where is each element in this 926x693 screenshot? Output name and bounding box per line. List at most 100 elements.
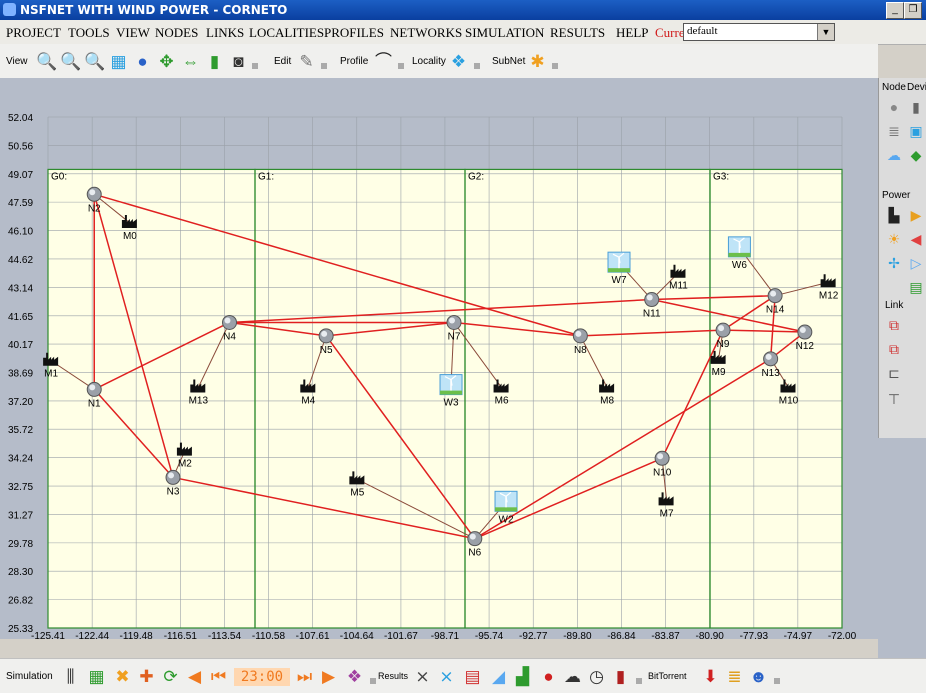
router-node-label: N2 — [88, 203, 101, 214]
device-green-icon[interactable]: ◆ — [907, 146, 925, 164]
profile-curve-icon[interactable]: ⌒ — [373, 51, 394, 72]
menu-simulation[interactable]: SIMULATION — [465, 25, 544, 41]
chart-area-icon[interactable]: ◢ — [488, 666, 509, 687]
factory-icon[interactable]: ▙ — [885, 206, 903, 224]
gauge-icon[interactable]: ◀ — [907, 230, 925, 248]
network-stats-icon[interactable]: ⨯ — [436, 666, 457, 687]
chevron-down-icon[interactable]: ▼ — [817, 24, 834, 40]
document-icon[interactable]: ▤ — [462, 666, 483, 687]
mixer-icon[interactable]: ⫼ — [60, 666, 81, 687]
right-gray-area — [878, 438, 926, 658]
puzzle-icon[interactable]: ✚ — [136, 666, 157, 687]
subnet-icon[interactable]: ✱ — [527, 51, 548, 72]
router-node-highlight — [765, 353, 772, 360]
device-tab[interactable]: Devi — [907, 82, 926, 93]
wind-farm-label: W2 — [499, 514, 514, 525]
power-plant-label: M10 — [779, 396, 799, 407]
menu-profiles[interactable]: PROFILES — [324, 25, 384, 41]
eraser-icon[interactable]: ✎ — [296, 51, 317, 72]
table-icon[interactable]: ▦ — [86, 666, 107, 687]
menu-localities[interactable]: LOCALITIES — [249, 25, 324, 41]
menu-links[interactable]: LINKS — [206, 25, 244, 41]
x-tick-label: -72.00 — [828, 631, 857, 639]
database-icon[interactable]: ≣ — [885, 122, 903, 140]
locality-icon[interactable]: ❖ — [448, 51, 469, 72]
edit-label: Edit — [274, 56, 292, 67]
restore-button[interactable]: ❐ — [904, 2, 922, 19]
separator — [774, 678, 780, 684]
router-node-label: N13 — [761, 368, 780, 379]
menu-nodes[interactable]: NODES — [155, 25, 198, 41]
users-icon[interactable]: ☻ — [748, 666, 769, 687]
wind-farm-label: W6 — [732, 260, 747, 271]
menu-results[interactable]: RESULTS — [550, 25, 605, 41]
battery-icon[interactable]: ▤ — [907, 278, 925, 296]
time-display: 23:00 — [234, 668, 290, 686]
rewind-icon[interactable]: ◀ — [184, 666, 205, 687]
globe-icon[interactable]: ● — [132, 51, 153, 72]
x-tick-label: -92.77 — [519, 631, 548, 639]
network-results-icon[interactable]: ⨯ — [412, 666, 433, 687]
y-tick-label: 34.24 — [8, 454, 33, 465]
network-map[interactable]: 52.04 50.56 49.07 47.59 46.10 44.62 43.14 41.65… — [0, 111, 878, 639]
map-top-band — [0, 78, 878, 111]
link-type-3-icon[interactable]: ⊏ — [885, 364, 903, 382]
power-label: Power — [882, 190, 911, 201]
router-node-label: N5 — [320, 345, 333, 356]
menu-project[interactable]: PROJECT — [6, 25, 61, 41]
link-type-2-icon[interactable]: ⧉ — [885, 340, 903, 358]
sun-icon[interactable]: ☀ — [885, 230, 903, 248]
server-icon[interactable]: ▮ — [907, 98, 925, 116]
link-type-1-icon[interactable]: ⧉ — [885, 316, 903, 334]
node-tab[interactable]: Node — [882, 82, 906, 93]
zoom-region-icon[interactable]: 🔍 — [84, 51, 105, 72]
bar-chart-icon[interactable]: ▟ — [512, 666, 533, 687]
power-plant-label: M13 — [189, 396, 209, 407]
menu-networks[interactable]: NETWORKS — [390, 25, 462, 41]
router-node-label: N4 — [223, 331, 236, 342]
stop-icon[interactable]: ● — [538, 666, 559, 687]
book-icon[interactable]: ▮ — [610, 666, 631, 687]
play-icon[interactable]: ▷ — [907, 254, 925, 272]
minimize-button[interactable]: _ — [886, 2, 904, 19]
step-back-icon[interactable]: ⏮ — [208, 666, 229, 687]
router-node-label: N8 — [574, 345, 587, 356]
zoom-in-icon[interactable]: 🔍 — [36, 51, 57, 72]
zoom-out-icon[interactable]: 🔍 — [60, 51, 81, 72]
locality-label: Locality — [412, 56, 446, 67]
current-network-select[interactable]: default ▼ — [683, 23, 835, 41]
y-tick-label: 29.78 — [8, 539, 33, 550]
export-icon[interactable]: ❖ — [344, 666, 365, 687]
x-tick-label: -107.61 — [296, 631, 330, 639]
download-icon[interactable]: ⬇ — [700, 666, 721, 687]
switch-icon[interactable]: ▣ — [907, 122, 925, 140]
menu-tools[interactable]: TOOLS — [68, 25, 110, 41]
toolbar: View 🔍 🔍 🔍 ▦ ● ✥ ⇔ ▮ ◙ Edit ✎ Profile ⌒ … — [0, 44, 878, 79]
tools-icon[interactable]: ✖ — [112, 666, 133, 687]
menu-view[interactable]: VIEW — [116, 25, 150, 41]
menu-help[interactable]: HELP — [616, 25, 649, 41]
fast-forward-icon[interactable]: ▶ — [318, 666, 339, 687]
x-tick-label: -113.54 — [208, 631, 242, 639]
list-icon[interactable]: ≣ — [724, 666, 745, 687]
fit-width-icon[interactable]: ⇔ — [180, 51, 201, 72]
layers-icon[interactable]: ▮ — [204, 51, 225, 72]
grid-icon[interactable]: ▦ — [108, 51, 129, 72]
clock-icon[interactable]: ◷ — [586, 666, 607, 687]
current-network-value: default — [687, 25, 718, 37]
link-label: Link — [885, 300, 904, 311]
recycle-icon[interactable]: ⟳ — [160, 666, 181, 687]
wind-turbine-icon[interactable]: ✢ — [885, 254, 903, 272]
link-type-4-icon[interactable]: ⊤ — [885, 390, 903, 408]
cloud-icon[interactable]: ☁ — [885, 146, 903, 164]
camera-icon[interactable]: ◙ — [228, 51, 249, 72]
spectrum-icon[interactable]: ▶ — [907, 206, 925, 224]
pan-icon[interactable]: ✥ — [156, 51, 177, 72]
step-forward-icon[interactable]: ⏭ — [294, 666, 315, 687]
router-icon[interactable]: ● — [885, 98, 903, 116]
y-tick-label: 41.65 — [8, 312, 33, 323]
cloud-ok-icon[interactable]: ☁ — [562, 666, 583, 687]
simulation-label: Simulation — [6, 671, 53, 682]
x-tick-label: -86.84 — [607, 631, 636, 639]
y-tick-label: 43.14 — [8, 283, 33, 294]
